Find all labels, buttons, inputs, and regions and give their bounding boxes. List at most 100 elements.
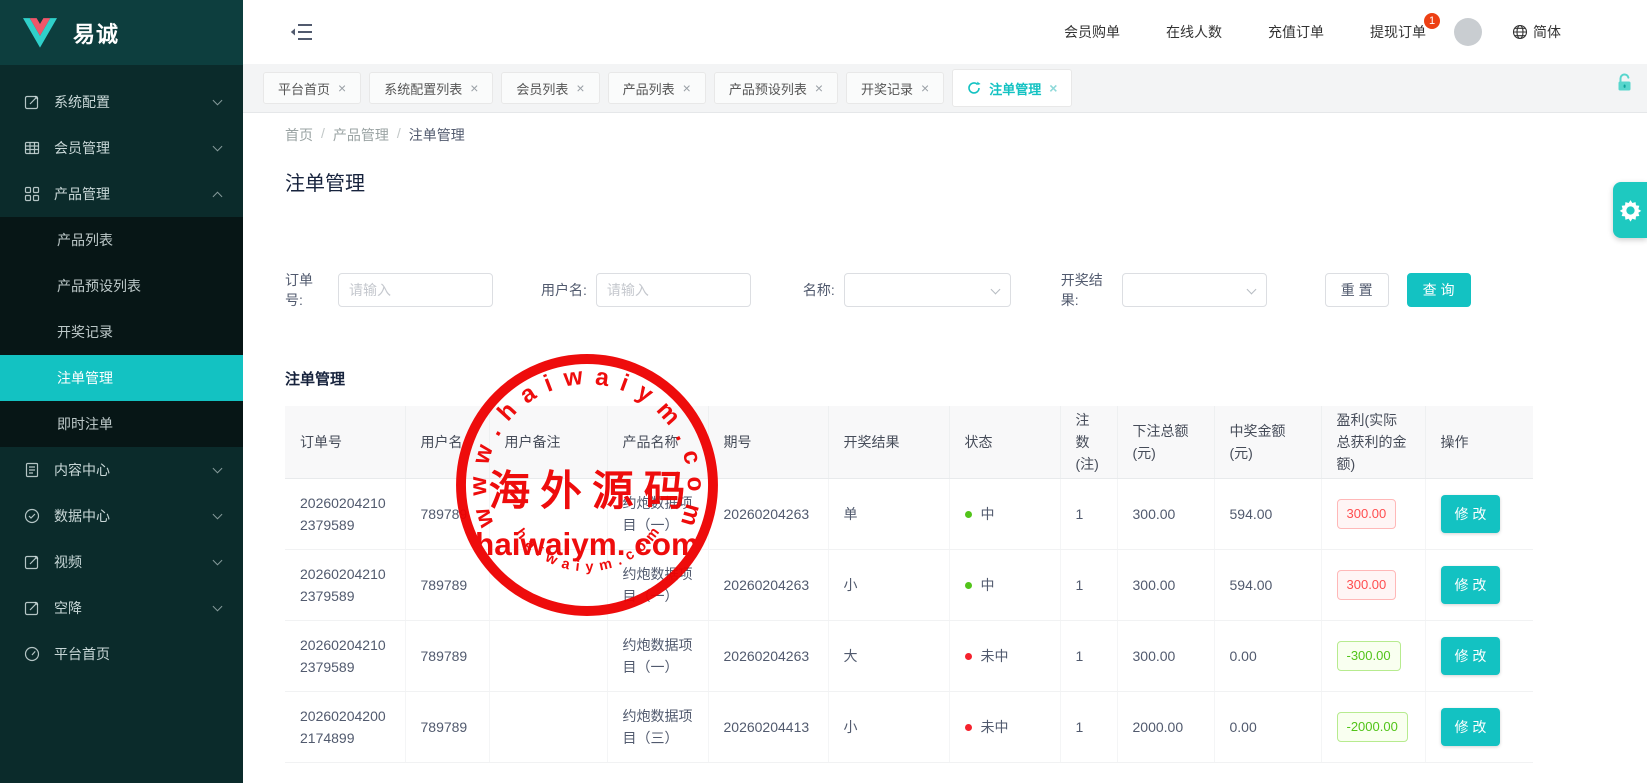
tab-bet-order-mgmt[interactable]: 注单管理× (952, 69, 1072, 107)
edit-button[interactable]: 修 改 (1441, 637, 1501, 675)
logo: 易诚 (0, 0, 243, 65)
sidebar-item-content-center[interactable]: 内容中心 (0, 447, 243, 493)
tab-draw-records[interactable]: 开奖记录 × (846, 72, 944, 104)
member-orders-link[interactable]: 会员购单 (1064, 22, 1120, 42)
status-dot-lose (965, 653, 972, 660)
cell-win-amount: 594.00 (1214, 478, 1321, 549)
sidebar-item-product-mgmt[interactable]: 产品管理 (0, 171, 243, 217)
edit-button[interactable]: 修 改 (1441, 495, 1501, 533)
language-switcher[interactable]: 简体 (1512, 22, 1561, 42)
sidebar-item-label: 即时注单 (57, 414, 113, 434)
close-icon[interactable]: × (683, 81, 691, 95)
tab-label: 系统配置列表 (384, 79, 462, 98)
cell-issue-no: 20260204413 (708, 691, 828, 762)
withdraw-orders-link[interactable]: 提现订单 1 (1370, 22, 1426, 42)
sidebar-item-label: 空降 (54, 598, 214, 618)
close-icon[interactable]: × (338, 81, 346, 95)
name-label: 名称: (803, 280, 835, 300)
cell-order-no: 202602042002174899 (285, 691, 405, 762)
sidebar-item-label: 数据中心 (54, 506, 214, 526)
status-dot-win (965, 582, 972, 589)
sidebar-item-label: 注单管理 (57, 368, 113, 388)
sidebar-item-realtime-bets[interactable]: 即时注单 (0, 401, 243, 447)
cell-draw-result: 单 (828, 478, 949, 549)
close-icon[interactable]: × (1049, 81, 1057, 95)
cell-product-name: 约炮数据项目（一） (607, 620, 708, 691)
cell-draw-result: 小 (828, 691, 949, 762)
edit-button[interactable]: 修 改 (1441, 708, 1501, 746)
cell-product-name: 约炮数据项目（三） (607, 691, 708, 762)
recharge-orders-link[interactable]: 充值订单 (1268, 22, 1324, 42)
search-button[interactable]: 查 询 (1407, 273, 1471, 307)
edit-button[interactable]: 修 改 (1441, 566, 1501, 604)
cell-username: 789789 (405, 620, 489, 691)
username-input[interactable] (596, 273, 751, 307)
cell-issue-no: 20260204263 (708, 478, 828, 549)
unlock-icon[interactable] (1616, 73, 1633, 97)
filter-username: 用户名: (541, 273, 751, 307)
chevron-down-icon (213, 96, 223, 106)
breadcrumb-home[interactable]: 首页 (285, 125, 313, 145)
tab-label: 会员列表 (516, 79, 568, 98)
page-content: 首页 / 产品管理 / 注单管理 注单管理 订单号: 用户名: 名称: (243, 113, 1647, 763)
cell-win-amount: 0.00 (1214, 691, 1321, 762)
tab-platform-home[interactable]: 平台首页× (263, 72, 361, 104)
sidebar-item-airdrop[interactable]: 空降 (0, 585, 243, 631)
sidebar-item-platform-home[interactable]: 平台首页 (0, 631, 243, 677)
close-icon[interactable]: × (921, 81, 929, 95)
tab-system-config-list[interactable]: 系统配置列表 × (369, 72, 493, 104)
settings-fab-button[interactable] (1613, 182, 1647, 238)
close-icon[interactable]: × (470, 81, 478, 95)
online-users-link[interactable]: 在线人数 (1166, 22, 1222, 42)
close-icon[interactable]: × (815, 81, 823, 95)
sidebar-item-video[interactable]: 视频 (0, 539, 243, 585)
tab-strip: 平台首页× 系统配置列表× 会员列表× 产品列表× 产品预设列表× 开奖记录× … (243, 64, 1647, 113)
grid-icon (24, 186, 40, 202)
profit-badge: 300.00 (1337, 499, 1397, 529)
sidebar-collapse-icon[interactable] (289, 21, 315, 43)
tab-product-list[interactable]: 产品列表 × (608, 72, 706, 104)
sidebar-item-product-list[interactable]: 产品列表 (0, 217, 243, 263)
tab-member-list[interactable]: 会员列表 × (501, 72, 599, 104)
cell-actions: 修 改 (1425, 549, 1533, 620)
sidebar-item-product-preset-list[interactable]: 产品预设列表 (0, 263, 243, 309)
cell-status: 未中 (949, 691, 1060, 762)
tab-label: 产品列表 (623, 79, 675, 98)
cell-issue-no: 20260204263 (708, 620, 828, 691)
name-select[interactable] (844, 273, 1011, 307)
col-bet-total: 下注总额(元) (1117, 406, 1214, 478)
sidebar-item-label: 产品列表 (57, 230, 113, 250)
edit-square-icon (24, 600, 40, 616)
order-no-label: 订单号: (285, 270, 329, 310)
avatar[interactable] (1454, 18, 1482, 46)
col-product-name: 产品名称 (607, 406, 708, 478)
table-row: 202602042002174899 789789 约炮数据项目（三） 2026… (285, 691, 1533, 762)
tab-label: 开奖记录 (861, 79, 913, 98)
withdraw-orders-label: 提现订单 (1370, 24, 1426, 40)
col-win-amount: 中奖金额(元) (1214, 406, 1321, 478)
sidebar-item-draw-records[interactable]: 开奖记录 (0, 309, 243, 355)
col-user-remark: 用户备注 (489, 406, 607, 478)
profit-badge: -300.00 (1337, 641, 1401, 671)
cell-win-amount: 594.00 (1214, 549, 1321, 620)
status-dot-lose (965, 724, 972, 731)
sidebar-item-bet-order-mgmt[interactable]: 注单管理 (0, 355, 243, 401)
close-icon[interactable]: × (576, 81, 584, 95)
sidebar-item-data-center[interactable]: 数据中心 (0, 493, 243, 539)
sidebar-item-label: 会员管理 (54, 138, 214, 158)
breadcrumb-product-mgmt[interactable]: 产品管理 (333, 125, 389, 145)
chevron-down-icon (213, 602, 223, 612)
cell-user-remark (489, 620, 607, 691)
reset-button[interactable]: 重 置 (1325, 273, 1389, 307)
vue-logo-icon (23, 18, 57, 48)
order-no-input[interactable] (338, 273, 493, 307)
sidebar-item-member-mgmt[interactable]: 会员管理 (0, 125, 243, 171)
cell-actions: 修 改 (1425, 691, 1533, 762)
col-bet-count: 注数(注) (1060, 406, 1117, 478)
refresh-icon[interactable] (967, 81, 981, 95)
topbar-right: 会员购单 在线人数 充值订单 提现订单 1 简体 (1018, 18, 1561, 46)
bet-orders-table: 订单号 用户名 用户备注 产品名称 期号 开奖结果 状态 注数(注) 下注总额(… (285, 406, 1533, 763)
sidebar-item-system-config[interactable]: 系统配置 (0, 79, 243, 125)
tab-product-preset-list[interactable]: 产品预设列表× (714, 72, 838, 104)
draw-result-select[interactable] (1122, 273, 1267, 307)
